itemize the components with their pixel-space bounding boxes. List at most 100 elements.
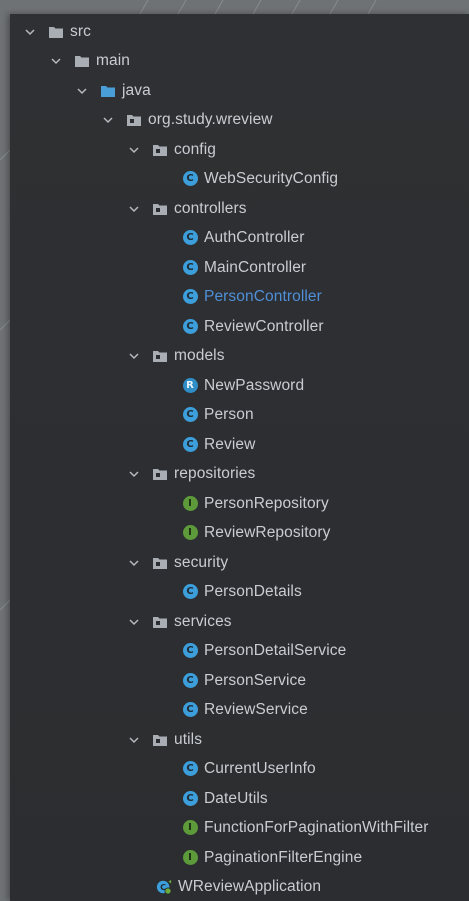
tree-item-label: PersonController (204, 287, 322, 305)
chevron-down-icon[interactable] (102, 114, 114, 126)
tree-item-label: ReviewController (204, 317, 324, 335)
tree-item-persondetails[interactable]: C PersonDetails (10, 577, 469, 606)
chevron-down-icon[interactable] (128, 557, 140, 569)
folder-icon (74, 53, 90, 69)
tree-item-label: security (174, 553, 229, 571)
java-interface-icon: I (182, 496, 198, 512)
source-folder-icon (100, 83, 116, 99)
spring-boot-application-icon: C (156, 879, 172, 895)
tree-item-label: src (70, 22, 91, 40)
tree-item-label: PersonDetails (204, 582, 302, 600)
tree-item-person[interactable]: C Person (10, 400, 469, 429)
java-class-icon: C (182, 791, 198, 807)
chevron-down-icon[interactable] (128, 350, 140, 362)
java-class-icon: C (182, 761, 198, 777)
tree-item-security[interactable]: security (10, 548, 469, 577)
tree-item-main[interactable]: main (10, 46, 469, 75)
java-class-icon: C (182, 230, 198, 246)
tree-item-personservice[interactable]: C PersonService (10, 666, 469, 695)
tree-item-label: PersonService (204, 671, 307, 689)
tree-item-label: AuthController (204, 228, 305, 246)
chevron-down-icon[interactable] (76, 85, 88, 97)
chevron-down-icon[interactable] (128, 203, 140, 215)
tree-item-label: DateUtils (204, 789, 268, 807)
package-icon (152, 466, 168, 482)
tree-item-java[interactable]: java (10, 76, 469, 105)
project-tree-panel: src main java org.study.wreview config C… (10, 14, 469, 901)
tree-item-review[interactable]: C Review (10, 430, 469, 459)
tree-item-org-study-wreview[interactable]: org.study.wreview (10, 105, 469, 134)
tree-item-label: Person (204, 405, 254, 423)
package-icon (152, 555, 168, 571)
tree-item-label: utils (174, 730, 203, 748)
tree-item-maincontroller[interactable]: C MainController (10, 253, 469, 282)
java-class-icon: C (182, 260, 198, 276)
tree-item-label: ReviewRepository (204, 523, 331, 541)
tree-item-reviewservice[interactable]: C ReviewService (10, 695, 469, 724)
java-class-icon: C (182, 584, 198, 600)
tree-item-reviewrepository[interactable]: I ReviewRepository (10, 518, 469, 547)
folder-icon (48, 24, 64, 40)
tree-item-utils[interactable]: utils (10, 725, 469, 754)
chevron-down-icon[interactable] (128, 468, 140, 480)
java-record-icon: R (182, 378, 198, 394)
tree-item-paginationfilterengine[interactable]: I PaginationFilterEngine (10, 843, 469, 872)
tree-item-src[interactable]: src (10, 17, 469, 46)
tree-item-label: Review (204, 435, 256, 453)
tree-item-newpassword[interactable]: R NewPassword (10, 371, 469, 400)
java-class-icon: C (182, 319, 198, 335)
tree-item-dateutils[interactable]: C DateUtils (10, 784, 469, 813)
tree-item-label: models (174, 346, 225, 364)
tree-item-label: PersonRepository (204, 494, 329, 512)
package-icon (152, 614, 168, 630)
tree-item-label: WebSecurityConfig (204, 169, 339, 187)
tree-item-currentuserinfo[interactable]: C CurrentUserInfo (10, 754, 469, 783)
tree-item-websecurityconfig[interactable]: C WebSecurityConfig (10, 164, 469, 193)
chevron-down-icon[interactable] (50, 55, 62, 67)
java-class-icon: C (182, 171, 198, 187)
tree-item-personcontroller[interactable]: C PersonController (10, 282, 469, 311)
tree-item-functionforpaginationwithfilter[interactable]: I FunctionForPaginationWithFilter (10, 813, 469, 842)
tree-item-controllers[interactable]: controllers (10, 194, 469, 223)
chevron-down-icon[interactable] (24, 26, 36, 38)
tree-item-persondetailservice[interactable]: C PersonDetailService (10, 636, 469, 665)
tree-item-models[interactable]: models (10, 341, 469, 370)
tree-item-label: WReviewApplication (178, 877, 322, 895)
java-interface-icon: I (182, 850, 198, 866)
package-icon (126, 112, 142, 128)
package-icon (152, 201, 168, 217)
tree-item-label: ReviewService (204, 700, 308, 718)
tree-item-label: PersonDetailService (204, 641, 347, 659)
java-class-icon: C (182, 407, 198, 423)
tree-item-label: services (174, 612, 232, 630)
tree-item-label: PaginationFilterEngine (204, 848, 363, 866)
tree-item-repositories[interactable]: repositories (10, 459, 469, 488)
tree-item-config[interactable]: config (10, 135, 469, 164)
tree-item-label: java (122, 81, 151, 99)
java-class-icon: C (182, 643, 198, 659)
tree-item-services[interactable]: services (10, 607, 469, 636)
package-icon (152, 732, 168, 748)
java-class-icon: C (182, 673, 198, 689)
package-icon (152, 142, 168, 158)
chevron-down-icon[interactable] (128, 616, 140, 628)
tree-item-label: FunctionForPaginationWithFilter (204, 818, 429, 836)
tree-item-label: CurrentUserInfo (204, 759, 316, 777)
tree-item-label: org.study.wreview (148, 110, 273, 128)
package-icon (152, 348, 168, 364)
tree-item-personrepository[interactable]: I PersonRepository (10, 489, 469, 518)
tree-item-authcontroller[interactable]: C AuthController (10, 223, 469, 252)
tree-item-label: config (174, 140, 216, 158)
tree-item-reviewcontroller[interactable]: C ReviewController (10, 312, 469, 341)
tree-item-label: repositories (174, 464, 256, 482)
tree-item-label: main (96, 51, 130, 69)
tree-item-label: controllers (174, 199, 247, 217)
java-class-icon: C (182, 289, 198, 305)
tree-item-wreviewapplication[interactable]: C WReviewApplication (10, 872, 469, 901)
tree-item-label: MainController (204, 258, 307, 276)
tree-item-label: NewPassword (204, 376, 305, 394)
chevron-down-icon[interactable] (128, 734, 140, 746)
chevron-down-icon[interactable] (128, 144, 140, 156)
java-class-icon: C (182, 437, 198, 453)
java-interface-icon: I (182, 820, 198, 836)
